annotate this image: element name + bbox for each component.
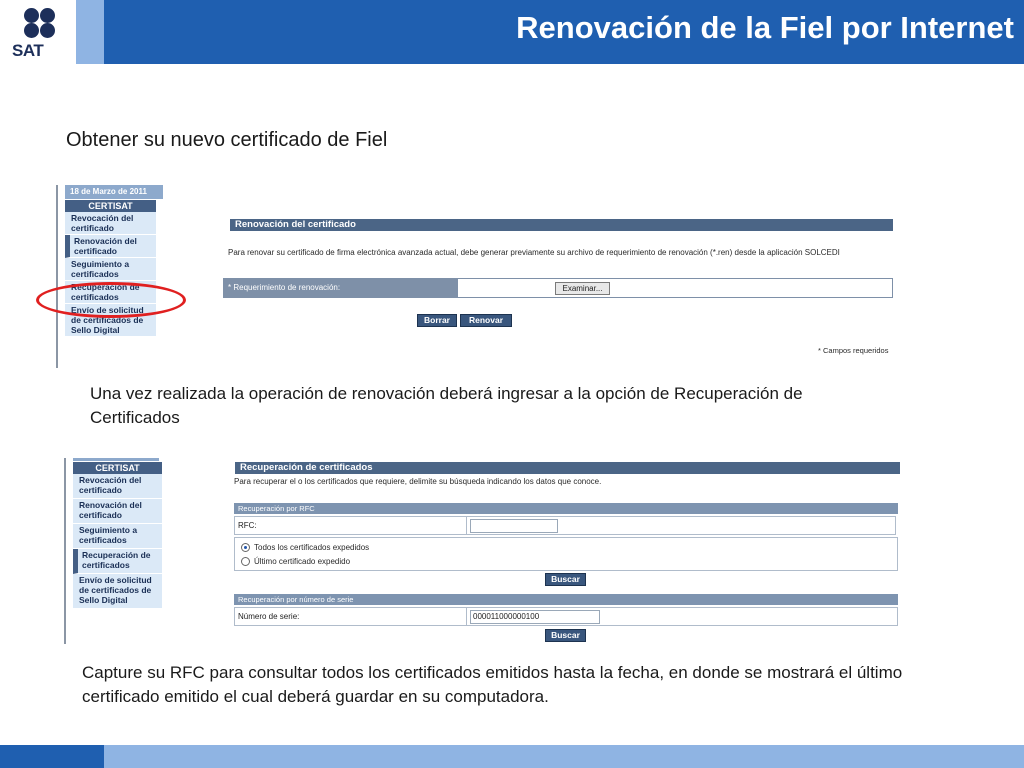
borrar-button[interactable]: Borrar <box>417 314 457 327</box>
browse-button[interactable]: Examinar... <box>555 282 610 295</box>
requerimiento-label: * Requerimiento de renovación: <box>224 279 458 297</box>
renovacion-description: Para renovar su certificado de firma ele… <box>228 248 840 257</box>
menu-item-renovacion[interactable]: Renovación del certificado <box>73 499 162 524</box>
certisat-menu-2: CERTISAT Revocación del certificado Reno… <box>73 458 162 609</box>
rfc-options-box: Todos los certificados expedidos Último … <box>234 537 898 571</box>
sat-logo: SAT <box>10 8 66 60</box>
menu-divider <box>64 458 66 644</box>
buscar-serial-button[interactable]: Buscar <box>545 629 586 642</box>
required-note: * Campos requeridos <box>818 346 889 355</box>
serial-section-header: Recuperación por número de serie <box>234 594 898 605</box>
menu-divider <box>56 185 58 368</box>
rfc-input[interactable] <box>470 519 558 533</box>
page-title: Renovación de la Fiel por Internet <box>516 10 1014 45</box>
rfc-label: RFC: <box>234 516 467 535</box>
option-all-row[interactable]: Todos los certificados expedidos <box>241 543 370 553</box>
buscar-rfc-button[interactable]: Buscar <box>545 573 586 586</box>
serial-input-cell: 00001100000010​0 <box>466 607 898 626</box>
rfc-section-header: Recuperación por RFC <box>234 503 898 514</box>
option-all-label: Todos los certificados expedidos <box>254 543 370 552</box>
option-last-label: Último certificado expedido <box>254 557 351 566</box>
recuperacion-panel-title: Recuperación de certificados <box>235 462 900 474</box>
instruction-paragraph-1: Una vez realizada la operación de renova… <box>90 384 803 427</box>
menu-heading: CERTISAT <box>65 200 156 212</box>
highlight-ellipse <box>36 282 186 318</box>
radio-all[interactable] <box>241 543 250 553</box>
menu-date: 18 de Marzo de 2011 <box>65 185 163 199</box>
instruction-paragraph-2: Capture su RFC para consultar todos los … <box>82 663 903 706</box>
menu-item-seguimiento[interactable]: Seguimiento a certificados <box>65 258 156 281</box>
recuperacion-description: Para recuperar el o los certificados que… <box>234 477 602 486</box>
renovacion-field-row: * Requerimiento de renovación: Examinar.… <box>223 278 893 298</box>
rfc-input-cell <box>466 516 896 535</box>
footer-bar-light <box>104 745 1024 768</box>
section-subtitle: Obtener su nuevo certificado de Fiel <box>66 129 388 151</box>
menu-item-sello-digital[interactable]: Envío de solicitud de certificados de Se… <box>73 574 162 609</box>
menu-item-renovacion[interactable]: Renovación del certificado <box>65 235 156 258</box>
renovar-button[interactable]: Renovar <box>460 314 512 327</box>
serial-input[interactable]: 00001100000010​0 <box>470 610 600 624</box>
serial-label: Número de serie: <box>234 607 467 626</box>
menu-item-revocacion[interactable]: Revocación del certificado <box>73 474 162 499</box>
menu-heading: CERTISAT <box>73 462 162 474</box>
footer-bar-dark <box>0 745 104 768</box>
menu-item-recuperacion[interactable]: Recuperación de certificados <box>73 549 162 574</box>
header-stripe <box>76 0 104 64</box>
logo-text: SAT <box>12 41 44 60</box>
radio-last[interactable] <box>241 557 250 567</box>
menu-item-seguimiento[interactable]: Seguimiento a certificados <box>73 524 162 549</box>
menu-item-revocacion[interactable]: Revocación del certificado <box>65 212 156 235</box>
option-last-row[interactable]: Último certificado expedido <box>241 557 351 567</box>
menu-date-bar <box>73 458 159 461</box>
renovacion-panel-title: Renovación del certificado <box>230 219 893 231</box>
